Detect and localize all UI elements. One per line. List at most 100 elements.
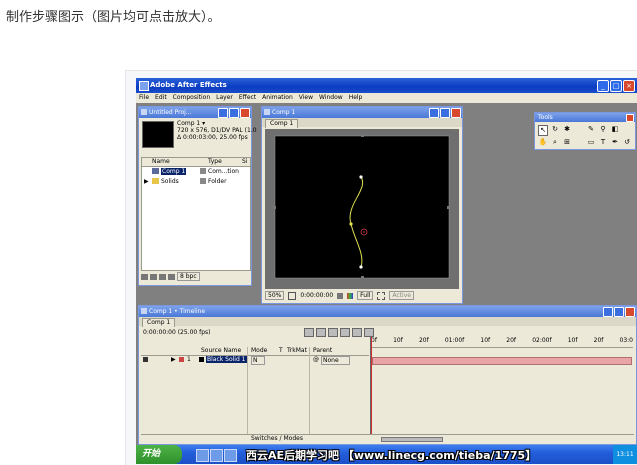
safe-zones-icon[interactable] [288, 291, 297, 300]
column-size[interactable]: Si [242, 158, 247, 165]
project-icon [141, 109, 147, 115]
menu-animation[interactable]: Animation [262, 93, 293, 103]
maximize-icon[interactable]: □ [610, 80, 622, 92]
close-icon[interactable] [625, 307, 635, 317]
taskbar-app-icon[interactable] [196, 449, 209, 462]
comp-flowchart-icon[interactable] [304, 328, 314, 337]
graph-editor-icon[interactable] [364, 328, 374, 337]
parent-pickwhip-icon[interactable]: @ [313, 356, 319, 363]
pan-behind-tool-icon[interactable]: ⊞ [562, 138, 572, 148]
expand-arrow-icon[interactable]: ▶ [171, 356, 176, 363]
interpret-footage-icon[interactable] [141, 273, 148, 280]
channel-icon[interactable] [347, 292, 354, 299]
minimize-icon[interactable] [218, 108, 228, 118]
brush-tool-icon[interactable]: ✎ [586, 125, 596, 136]
type-tool-icon[interactable]: T [598, 138, 608, 148]
menu-effect[interactable]: Effect [239, 93, 256, 103]
draft-3d-icon[interactable] [316, 328, 326, 337]
hand-tool-icon[interactable]: ✋ [538, 138, 548, 148]
menu-help[interactable]: Help [349, 93, 363, 103]
menu-edit[interactable]: Edit [155, 93, 167, 103]
minimize-icon[interactable] [603, 307, 613, 317]
close-icon[interactable] [626, 114, 634, 122]
watermark-text: 西云AE后期学习吧 【www.linecg.com/tieba/1775】 [246, 449, 537, 462]
close-icon[interactable] [451, 108, 461, 118]
clone-stamp-tool-icon[interactable]: ⚲ [598, 125, 608, 136]
column-trkmat[interactable]: TrkMat [287, 347, 307, 354]
zoom-tool-icon[interactable]: ⌕ [550, 138, 560, 148]
switches-modes-toggle[interactable]: Switches / Modes [251, 435, 303, 442]
timeline-timecode[interactable]: 0:00:00:00 (25.00 fps) [143, 329, 211, 336]
video-switch-icon[interactable] [143, 357, 148, 362]
menu-window[interactable]: Window [319, 93, 343, 103]
current-time-indicator[interactable] [371, 337, 372, 434]
layer-name[interactable]: Black Solid 1 [206, 356, 247, 363]
camera-view-select[interactable]: Active [389, 291, 414, 300]
region-of-interest-icon[interactable] [377, 291, 386, 300]
column-parent[interactable]: Parent [313, 347, 332, 354]
ruler-tick: 10f [393, 337, 403, 344]
ae-screenshot[interactable]: Adobe After Effects _ □ × File Edit Comp… [136, 78, 637, 464]
frame-blending-icon[interactable] [340, 328, 350, 337]
layer-duration-bar[interactable] [372, 357, 632, 365]
new-folder-icon[interactable] [150, 273, 157, 280]
selection-tool-icon[interactable]: ↖ [538, 125, 548, 136]
maximize-icon[interactable] [440, 108, 450, 118]
resolution-select[interactable]: Full [357, 291, 374, 300]
list-item[interactable]: ▶ Solids Folder [142, 177, 250, 186]
motion-blur-icon[interactable] [352, 328, 362, 337]
taskbar-app-icon[interactable] [210, 449, 223, 462]
menu-file[interactable]: File [139, 93, 149, 103]
comp-current-time[interactable]: 0:00:00:00 [300, 292, 333, 299]
start-button[interactable]: 开始 [136, 445, 182, 464]
zoom-slider[interactable] [381, 437, 443, 442]
mask-tool-icon[interactable]: ▭ [586, 138, 596, 148]
minimize-icon[interactable] [429, 108, 439, 118]
taskbar-app-icon[interactable] [224, 449, 237, 462]
timeline-footer: Switches / Modes [141, 434, 634, 443]
minimize-icon[interactable]: _ [597, 80, 609, 92]
maximize-icon[interactable] [229, 108, 239, 118]
menu-layer[interactable]: Layer [216, 93, 233, 103]
comp-viewer[interactable] [265, 129, 459, 289]
table-row[interactable]: ▶ 1 Black Solid 1 N None @ [141, 356, 369, 365]
close-icon[interactable]: × [623, 80, 635, 92]
project-comp-name[interactable]: Comp 1 ▾ [177, 120, 205, 127]
expand-arrow-icon[interactable]: ▶ [144, 178, 149, 185]
comp-canvas[interactable] [265, 129, 459, 289]
orbit-tool-icon[interactable]: ↺ [622, 138, 632, 148]
trash-icon[interactable] [168, 273, 175, 280]
timeline-icon [141, 308, 147, 314]
project-comp-info: 720 x 576, D1/DV PAL (1.0 [177, 127, 257, 134]
ruler-tick: 10f [480, 337, 491, 344]
maximize-icon[interactable] [614, 307, 624, 317]
column-type[interactable]: Type [208, 158, 222, 165]
tools-panel: Tools ↖ ↻ ✱ ✎ ⚲ ◧ ✋ ⌕ ⊞ ▭ T ✒ ↺ [534, 112, 636, 150]
column-mode[interactable]: Mode [251, 347, 267, 354]
live-update-icon[interactable] [328, 328, 338, 337]
timeline-toolbar [304, 328, 374, 337]
snapshot-icon[interactable] [337, 292, 344, 299]
list-item[interactable]: Comp 1 Com...tion [142, 167, 250, 176]
eraser-tool-icon[interactable]: ◧ [610, 125, 620, 136]
new-comp-icon[interactable] [159, 273, 166, 280]
column-t[interactable]: T [279, 347, 283, 354]
rotation-tool-icon[interactable]: ↻ [550, 125, 560, 136]
ruler-tick: 10f [567, 337, 578, 344]
zoom-select[interactable]: 50% [265, 291, 285, 300]
menu-composition[interactable]: Composition [173, 93, 210, 103]
project-title: Untitled Proj... [149, 109, 192, 116]
pen-tool-icon[interactable]: ✒ [610, 138, 620, 148]
column-source-name[interactable]: Source Name [201, 347, 241, 354]
camera-tool-icon[interactable]: ✱ [562, 125, 572, 136]
close-icon[interactable] [240, 108, 250, 118]
tab-comp-1[interactable]: Comp 1 [265, 119, 299, 128]
bpc-button[interactable]: 8 bpc [177, 272, 200, 281]
layer-mode-select[interactable]: N [251, 356, 265, 365]
menu-view[interactable]: View [299, 93, 313, 103]
time-ruler[interactable]: 0f 10f 20f 01:00f 10f 20f 02:00f 10f 20f… [371, 337, 633, 348]
column-name[interactable]: Name [152, 158, 170, 165]
layer-parent-select[interactable]: None [321, 356, 350, 365]
tab-comp-1[interactable]: Comp 1 [142, 318, 176, 327]
